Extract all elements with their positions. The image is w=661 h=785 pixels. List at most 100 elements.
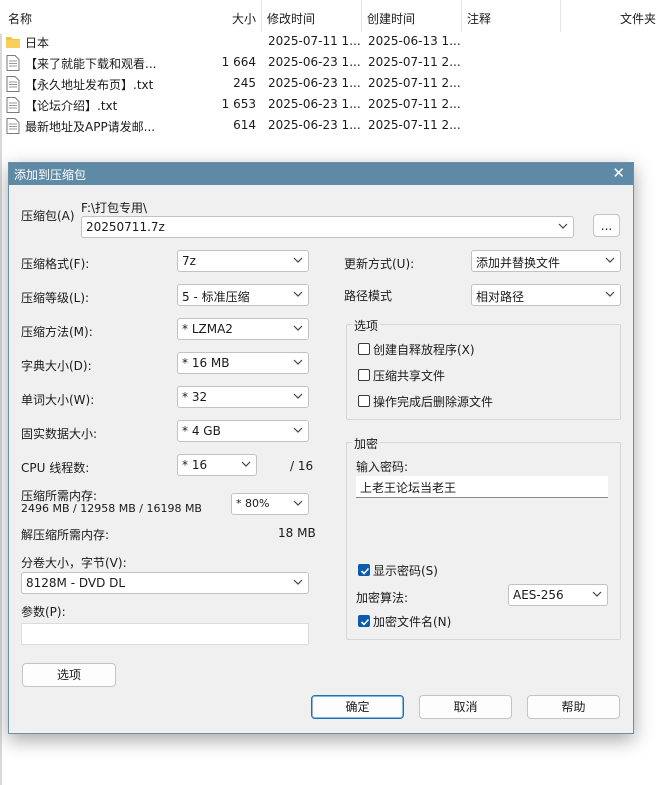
column-size[interactable]: 大小 (232, 10, 256, 27)
level-select[interactable]: 5 - 标准压缩 (177, 284, 309, 306)
word-label: 单词大小(W): (21, 393, 95, 407)
checkmark-icon (360, 618, 370, 626)
browse-button[interactable]: ... (593, 214, 620, 237)
help-button[interactable]: 帮助 (527, 695, 620, 719)
solid-select[interactable]: * 4 GB (177, 420, 309, 442)
column-name[interactable]: 名称 (8, 10, 32, 27)
file-modified: 2025-06-23 1... (268, 76, 361, 90)
password-input[interactable]: 上老王论坛当老王 (356, 476, 608, 498)
show-password-label[interactable]: 显示密码(S) (373, 562, 438, 579)
cpu-select[interactable]: * 16 (177, 454, 257, 476)
file-row[interactable]: 最新地址及APP请发邮... 614 2025-06-23 1... 2025-… (0, 115, 661, 136)
file-created: 2025-06-13 1... (368, 34, 461, 48)
archive-name-value: 20250711.7z (86, 220, 165, 234)
column-divider[interactable] (560, 0, 561, 32)
cancel-button[interactable]: 取消 (419, 695, 512, 719)
word-value: * 32 (182, 390, 208, 404)
format-select[interactable]: 7z (177, 250, 309, 272)
dialog-titlebar[interactable]: 添加到压缩包 ✕ (9, 163, 633, 185)
encrypt-names-label[interactable]: 加密文件名(N) (373, 613, 451, 630)
show-password-checkbox[interactable] (358, 564, 370, 576)
dialog-title: 添加到压缩包 (14, 168, 87, 182)
chevron-down-icon (605, 257, 615, 263)
path-select[interactable]: 相对路径 (471, 284, 621, 306)
file-created: 2025-07-11 2... (368, 76, 461, 90)
text-file-icon (6, 97, 20, 113)
file-row[interactable]: 【永久地址发布页】.txt 245 2025-06-23 1... 2025-0… (0, 73, 661, 94)
delete-source-label[interactable]: 操作完成后删除源文件 (373, 393, 493, 410)
chevron-down-icon (293, 291, 303, 297)
file-name: 日本 (25, 36, 50, 50)
params-input[interactable] (21, 623, 309, 645)
column-created[interactable]: 创建时间 (367, 10, 415, 27)
encrypt-names-checkbox[interactable] (358, 615, 370, 627)
file-modified: 2025-06-23 1... (268, 118, 361, 132)
column-divider[interactable] (461, 0, 462, 32)
file-row[interactable]: 【论坛介绍】.txt 1 653 2025-06-23 1... 2025-07… (0, 94, 661, 115)
dict-label: 字典大小(D): (21, 359, 92, 373)
volume-label: 分卷大小，字节(V): (21, 556, 127, 570)
password-value: 上老王论坛当老王 (360, 481, 457, 495)
checkmark-icon (360, 567, 370, 575)
archive-path: F:\打包专用\ (81, 201, 148, 215)
format-value: 7z (182, 254, 196, 268)
word-select[interactable]: * 32 (177, 386, 309, 408)
dict-select[interactable]: * 16 MB (177, 352, 309, 374)
file-row[interactable]: 日本 2025-07-11 1... 2025-06-13 1... (0, 31, 661, 52)
shared-label[interactable]: 压缩共享文件 (373, 367, 445, 384)
update-label: 更新方式(U): (344, 257, 415, 271)
decomp-label: 解压缩所需内存: (21, 528, 110, 542)
ok-button[interactable]: 确定 (311, 695, 404, 719)
column-divider[interactable] (361, 0, 362, 32)
file-modified: 2025-06-23 1... (268, 55, 361, 69)
dict-value: * 16 MB (182, 356, 230, 370)
solid-label: 固实数据大小: (21, 427, 98, 441)
file-modified: 2025-06-23 1... (268, 97, 361, 111)
volume-combo[interactable]: 8128M - DVD DL (21, 572, 309, 594)
chevron-down-icon (293, 393, 303, 399)
text-file-icon (6, 55, 20, 71)
archive-label: 压缩包(A) (21, 209, 75, 223)
file-created: 2025-07-11 2... (368, 55, 461, 69)
solid-value: * 4 GB (182, 424, 221, 438)
update-select[interactable]: 添加并替换文件 (471, 250, 621, 272)
mem-select[interactable]: * 80% (231, 493, 309, 515)
column-divider[interactable] (261, 0, 262, 32)
sfx-checkbox[interactable] (358, 343, 370, 355)
archive-name-combo[interactable]: 20250711.7z (81, 216, 574, 238)
options-group-title: 选项 (352, 317, 381, 334)
file-name: 【论坛介绍】.txt (25, 99, 118, 113)
encrypt-group-title: 加密 (352, 435, 381, 452)
sfx-label[interactable]: 创建自释放程序(X) (373, 341, 475, 358)
file-created: 2025-07-11 2... (368, 97, 461, 111)
method-select[interactable]: * LZMA2 (177, 318, 309, 340)
decomp-value: 18 MB (278, 526, 316, 540)
password-label: 输入密码: (356, 460, 409, 474)
chevron-down-icon (592, 591, 602, 597)
file-size: 245 (233, 76, 256, 90)
cpu-label: CPU 线程数: (21, 461, 90, 475)
enc-method-select[interactable]: AES-256 (508, 584, 608, 606)
chevron-down-icon (241, 461, 251, 467)
file-name: 【永久地址发布页】.txt (25, 78, 154, 92)
shared-checkbox[interactable] (358, 369, 370, 381)
options-button[interactable]: 选项 (22, 663, 116, 687)
file-name: 最新地址及APP请发邮... (25, 120, 156, 134)
column-comment[interactable]: 注释 (467, 10, 491, 27)
column-folder[interactable]: 文件夹 (620, 10, 656, 27)
delete-source-checkbox[interactable] (358, 395, 370, 407)
method-value: * LZMA2 (182, 322, 233, 336)
file-created: 2025-07-11 2... (368, 118, 461, 132)
chevron-down-icon (605, 291, 615, 297)
method-label: 压缩方法(M): (21, 325, 93, 339)
chevron-down-icon (558, 223, 568, 229)
column-modified[interactable]: 修改时间 (267, 10, 315, 27)
file-row[interactable]: 【来了就能下载和观看... 1 664 2025-06-23 1... 2025… (0, 52, 661, 73)
format-label: 压缩格式(F): (21, 257, 90, 271)
mem-detail: 2496 MB / 12958 MB / 16198 MB (21, 502, 202, 515)
file-size: 1 664 (221, 55, 256, 69)
cpu-total: / 16 (290, 459, 314, 473)
level-value: 5 - 标准压缩 (182, 290, 250, 304)
chevron-down-icon (293, 500, 303, 506)
close-icon[interactable]: ✕ (612, 165, 625, 181)
